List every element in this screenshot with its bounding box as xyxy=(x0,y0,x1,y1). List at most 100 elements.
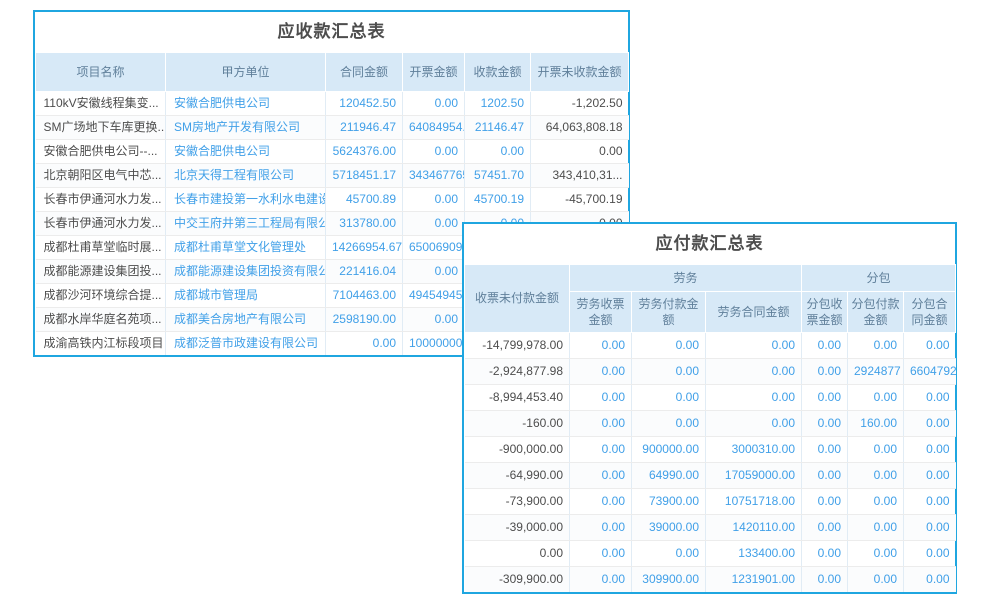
cell-subcontract-contract-amount: 0.00 xyxy=(904,489,956,515)
payables-panel: 应付款汇总表 收票未付款金额 劳务 分包 劳务收票金额 劳务付款金额 劳务合同金… xyxy=(462,222,957,594)
cell-labor-payment-amount: 73900.00 xyxy=(632,489,706,515)
col-header-project-name: 项目名称 xyxy=(36,53,166,92)
col-header-subcontract-payment-amount: 分包付款金额 xyxy=(848,292,904,333)
cell-project-name: 成都水岸华庭名苑项... xyxy=(36,308,166,332)
cell-labor-contract-amount: 1231901.00 xyxy=(706,567,802,593)
cell-labor-contract-amount: 0.00 xyxy=(706,385,802,411)
cell-party-a-link[interactable]: 成都能源建设集团投资有限公司 xyxy=(166,260,326,284)
cell-received-amount: 57451.70 xyxy=(465,164,531,188)
cell-invoice-amount: 64084954.6 xyxy=(403,116,465,140)
cell-labor-receipt-amount: 0.00 xyxy=(570,567,632,593)
cell-party-a-link[interactable]: 成都城市管理局 xyxy=(166,284,326,308)
cell-invoice-amount: 49454945. xyxy=(403,284,465,308)
cell-labor-payment-amount: 0.00 xyxy=(632,541,706,567)
cell-project-name: 长春市伊通河水力发... xyxy=(36,188,166,212)
cell-party-a-link[interactable]: 长春市建投第一水利水电建设有限 xyxy=(166,188,326,212)
cell-party-a-link[interactable]: 安徽合肥供电公司 xyxy=(166,92,326,116)
cell-contract-amount: 45700.89 xyxy=(326,188,403,212)
cell-party-a-link[interactable]: 成都杜甫草堂文化管理处 xyxy=(166,236,326,260)
cell-contract-amount: 211946.47 xyxy=(326,116,403,140)
cell-subcontract-payment-amount: 0.00 xyxy=(848,489,904,515)
table-row: 北京朝阳区电气中芯...北京天得工程有限公司5718451.1734346776… xyxy=(36,164,629,188)
cell-labor-contract-amount: 133400.00 xyxy=(706,541,802,567)
cell-labor-payment-amount: 64990.00 xyxy=(632,463,706,489)
receivables-header: 项目名称 甲方单位 合同金额 开票金额 收款金额 开票未收款金额 xyxy=(36,53,629,92)
cell-subcontract-receipt-amount: 0.00 xyxy=(802,541,848,567)
cell-subcontract-payment-amount: 160.00 xyxy=(848,411,904,437)
cell-labor-payment-amount: 0.00 xyxy=(632,333,706,359)
cell-labor-contract-amount: 0.00 xyxy=(706,359,802,385)
col-header-subcontract-contract-amount: 分包合同金额 xyxy=(904,292,956,333)
cell-receipt-unpaid-amount: -39,000.00 xyxy=(465,515,570,541)
cell-received-amount: 45700.19 xyxy=(465,188,531,212)
col-header-receipt-unpaid-amount: 收票未付款金额 xyxy=(465,265,570,333)
cell-subcontract-contract-amount: 0.00 xyxy=(904,463,956,489)
cell-labor-receipt-amount: 0.00 xyxy=(570,437,632,463)
table-row: -8,994,453.400.000.000.000.000.000.00 xyxy=(465,385,956,411)
cell-party-a-link[interactable]: 北京天得工程有限公司 xyxy=(166,164,326,188)
cell-invoice-amount: 0.00 xyxy=(403,308,465,332)
cell-invoice-amount: 0.00 xyxy=(403,260,465,284)
table-row: 0.000.000.00133400.000.000.000.00 xyxy=(465,541,956,567)
cell-project-name: 成渝高铁内江标段项目 xyxy=(36,332,166,356)
cell-invoice-amount: 343467765. xyxy=(403,164,465,188)
cell-labor-receipt-amount: 0.00 xyxy=(570,411,632,437)
cell-subcontract-receipt-amount: 0.00 xyxy=(802,567,848,593)
col-header-invoice-amount: 开票金额 xyxy=(403,53,465,92)
table-row: SM广场地下车库更换...SM房地产开发有限公司211946.476408495… xyxy=(36,116,629,140)
cell-subcontract-payment-amount: 0.00 xyxy=(848,515,904,541)
cell-subcontract-payment-amount: 0.00 xyxy=(848,333,904,359)
cell-labor-contract-amount: 3000310.00 xyxy=(706,437,802,463)
cell-labor-payment-amount: 0.00 xyxy=(632,359,706,385)
cell-labor-payment-amount: 0.00 xyxy=(632,385,706,411)
cell-contract-amount: 7104463.00 xyxy=(326,284,403,308)
cell-labor-payment-amount: 900000.00 xyxy=(632,437,706,463)
cell-party-a-link[interactable]: 成都美合房地产有限公司 xyxy=(166,308,326,332)
cell-subcontract-receipt-amount: 0.00 xyxy=(802,437,848,463)
col-header-labor-receipt-amount: 劳务收票金额 xyxy=(570,292,632,333)
cell-subcontract-payment-amount: 2924877 xyxy=(848,359,904,385)
col-header-subcontract-receipt-amount: 分包收票金额 xyxy=(802,292,848,333)
cell-receipt-unpaid-amount: -14,799,978.00 xyxy=(465,333,570,359)
cell-project-name: 成都能源建设集团投... xyxy=(36,260,166,284)
cell-receipt-unpaid-amount: -8,994,453.40 xyxy=(465,385,570,411)
cell-subcontract-payment-amount: 0.00 xyxy=(848,437,904,463)
cell-party-a-link[interactable]: 成都泛普市政建设有限公司 xyxy=(166,332,326,356)
cell-labor-contract-amount: 1420110.00 xyxy=(706,515,802,541)
col-header-contract-amount: 合同金额 xyxy=(326,53,403,92)
cell-received-amount: 0.00 xyxy=(465,140,531,164)
cell-project-name: 长春市伊通河水力发... xyxy=(36,212,166,236)
cell-receipt-unpaid-amount: -309,900.00 xyxy=(465,567,570,593)
cell-project-name: 北京朝阳区电气中芯... xyxy=(36,164,166,188)
cell-contract-amount: 2598190.00 xyxy=(326,308,403,332)
payables-header: 收票未付款金额 劳务 分包 劳务收票金额 劳务付款金额 劳务合同金额 分包收票金… xyxy=(465,265,956,333)
cell-receipt-unpaid-amount: 0.00 xyxy=(465,541,570,567)
cell-invoiced-unreceived-amount: 343,410,31... xyxy=(531,164,629,188)
cell-receipt-unpaid-amount: -900,000.00 xyxy=(465,437,570,463)
cell-receipt-unpaid-amount: -73,900.00 xyxy=(465,489,570,515)
cell-party-a-link[interactable]: SM房地产开发有限公司 xyxy=(166,116,326,140)
cell-subcontract-contract-amount: 0.00 xyxy=(904,541,956,567)
cell-subcontract-contract-amount: 0.00 xyxy=(904,333,956,359)
table-row: -39,000.000.0039000.001420110.000.000.00… xyxy=(465,515,956,541)
col-header-labor-contract-amount: 劳务合同金额 xyxy=(706,292,802,333)
receivables-title: 应收款汇总表 xyxy=(35,12,628,52)
cell-received-amount: 1202.50 xyxy=(465,92,531,116)
cell-labor-receipt-amount: 0.00 xyxy=(570,333,632,359)
cell-subcontract-contract-amount: 0.00 xyxy=(904,567,956,593)
cell-labor-contract-amount: 17059000.00 xyxy=(706,463,802,489)
cell-labor-receipt-amount: 0.00 xyxy=(570,515,632,541)
cell-party-a-link[interactable]: 中交王府井第三工程局有限公司 xyxy=(166,212,326,236)
cell-invoiced-unreceived-amount: -1,202.50 xyxy=(531,92,629,116)
col-header-invoiced-unreceived-amount: 开票未收款金额 xyxy=(531,53,629,92)
cell-subcontract-receipt-amount: 0.00 xyxy=(802,385,848,411)
cell-invoice-amount: 0.00 xyxy=(403,92,465,116)
cell-subcontract-contract-amount: 0.00 xyxy=(904,385,956,411)
cell-project-name: 成都杜甫草堂临时展... xyxy=(36,236,166,260)
cell-labor-receipt-amount: 0.00 xyxy=(570,463,632,489)
report-canvas: 应收款汇总表 项目名称 甲方单位 合同金额 开票金额 收款金额 开票未收款金额 … xyxy=(0,0,1000,600)
cell-labor-payment-amount: 309900.00 xyxy=(632,567,706,593)
cell-party-a-link[interactable]: 安徽合肥供电公司 xyxy=(166,140,326,164)
cell-subcontract-payment-amount: 0.00 xyxy=(848,567,904,593)
cell-subcontract-receipt-amount: 0.00 xyxy=(802,515,848,541)
